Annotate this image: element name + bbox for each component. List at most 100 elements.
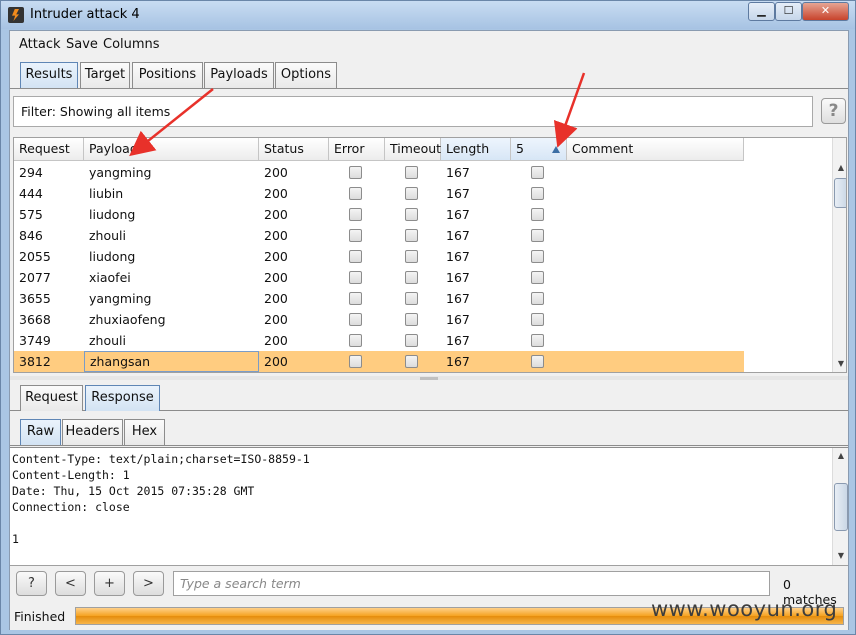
cell-payload: yangming xyxy=(89,165,152,180)
tab-response[interactable]: Response xyxy=(85,385,160,411)
cell-request: 294 xyxy=(19,165,43,180)
grep-5-checkbox xyxy=(531,187,544,200)
error-checkbox xyxy=(349,166,362,179)
grep-5-checkbox xyxy=(531,271,544,284)
response-scrollbar[interactable]: ▲ ▼ xyxy=(832,448,848,565)
table-row[interactable]: 294 yangming 200 167 xyxy=(14,162,744,183)
next-match-button[interactable]: > xyxy=(133,571,164,596)
table-row[interactable]: 3812 zhangsan 200 167 xyxy=(14,351,744,372)
menu-save[interactable]: Save xyxy=(66,37,98,52)
cell-length: 167 xyxy=(446,249,470,264)
menu-bar: Attack Save Columns xyxy=(10,31,848,57)
table-row[interactable]: 3749 zhouli 200 167 xyxy=(14,330,744,351)
scroll-down-icon[interactable]: ▼ xyxy=(834,548,848,564)
results-scrollbar[interactable]: ▲ ▼ xyxy=(832,138,846,372)
timeout-checkbox xyxy=(405,271,418,284)
error-checkbox xyxy=(349,229,362,242)
close-button[interactable]: ✕ xyxy=(802,2,849,21)
tab-hex[interactable]: Hex xyxy=(124,419,165,445)
error-checkbox xyxy=(349,334,362,347)
column-header-comment[interactable]: Comment xyxy=(567,138,744,161)
column-header-payload[interactable]: Payload xyxy=(84,138,259,161)
cell-length: 167 xyxy=(446,354,470,369)
scrollbar-thumb[interactable] xyxy=(834,483,848,531)
tab-options[interactable]: Options xyxy=(275,62,337,88)
column-header-timeout[interactable]: Timeout xyxy=(385,138,441,161)
cell-payload: zhuxiaofeng xyxy=(89,312,166,327)
cell-status: 200 xyxy=(264,186,288,201)
cell-request: 846 xyxy=(19,228,43,243)
cell-request: 3749 xyxy=(19,333,51,348)
column-header-5[interactable]: 5 xyxy=(511,138,567,161)
maximize-button[interactable]: ☐ xyxy=(775,2,802,21)
column-header-5-label: 5 xyxy=(516,141,524,156)
cell-payload: yangming xyxy=(89,291,152,306)
column-header-error[interactable]: Error xyxy=(329,138,385,161)
column-header-length[interactable]: Length xyxy=(441,138,511,161)
cell-length: 167 xyxy=(446,207,470,222)
cell-status: 200 xyxy=(264,270,288,285)
cell-status: 200 xyxy=(264,291,288,306)
timeout-checkbox xyxy=(405,292,418,305)
tab-positions[interactable]: Positions xyxy=(132,62,203,88)
column-header-request[interactable]: Request xyxy=(14,138,84,161)
menu-columns[interactable]: Columns xyxy=(103,37,160,52)
cell-payload: liubin xyxy=(89,186,124,201)
table-row[interactable]: 846 zhouli 200 167 xyxy=(14,225,744,246)
response-line: Date: Thu, 15 Oct 2015 07:35:28 GMT xyxy=(12,484,255,498)
table-row[interactable]: 3668 zhuxiaofeng 200 167 xyxy=(14,309,744,330)
scroll-up-icon[interactable]: ▲ xyxy=(834,448,848,464)
scroll-down-icon[interactable]: ▼ xyxy=(834,356,846,372)
search-input[interactable] xyxy=(173,571,770,596)
table-row[interactable]: 444 liubin 200 167 xyxy=(14,183,744,204)
add-search-button[interactable]: + xyxy=(94,571,125,596)
view-tab-divider xyxy=(10,445,848,446)
table-row[interactable]: 575 liudong 200 167 xyxy=(14,204,744,225)
tab-headers[interactable]: Headers xyxy=(62,419,123,445)
grep-5-checkbox xyxy=(531,250,544,263)
table-row[interactable]: 3655 yangming 200 167 xyxy=(14,288,744,309)
cell-length: 167 xyxy=(446,291,470,306)
tab-request[interactable]: Request xyxy=(20,385,83,411)
timeout-checkbox xyxy=(405,334,418,347)
tab-raw[interactable]: Raw xyxy=(20,419,61,445)
scrollbar-thumb[interactable] xyxy=(834,178,846,208)
splitter-grip[interactable] xyxy=(420,377,438,380)
cell-request: 3812 xyxy=(19,354,51,369)
cell-payload: xiaofei xyxy=(89,270,131,285)
filter-text: Filter: Showing all items xyxy=(21,104,171,119)
results-table: Request Payload Status Error Timeout Len… xyxy=(13,137,847,373)
cell-request: 575 xyxy=(19,207,43,222)
filter-help-button[interactable]: ? xyxy=(821,98,846,124)
timeout-checkbox xyxy=(405,229,418,242)
timeout-checkbox xyxy=(405,355,418,368)
status-text: Finished xyxy=(14,609,66,624)
tab-results[interactable]: Results xyxy=(20,62,78,88)
cell-payload: zhouli xyxy=(89,333,126,348)
tab-target[interactable]: Target xyxy=(80,62,130,88)
response-editor[interactable]: Content-Type: text/plain;charset=ISO-885… xyxy=(10,447,848,566)
menu-attack[interactable]: Attack xyxy=(19,37,61,52)
cell-status: 200 xyxy=(264,333,288,348)
tab-payloads[interactable]: Payloads xyxy=(204,62,274,88)
scroll-up-icon[interactable]: ▲ xyxy=(834,160,846,176)
timeout-checkbox xyxy=(405,313,418,326)
column-header-status[interactable]: Status xyxy=(259,138,329,161)
search-help-button[interactable]: ? xyxy=(16,571,47,596)
cell-payload: zhouli xyxy=(89,228,126,243)
error-checkbox xyxy=(349,187,362,200)
cell-request: 3668 xyxy=(19,312,51,327)
previous-match-button[interactable]: < xyxy=(55,571,86,596)
cell-length: 167 xyxy=(446,228,470,243)
filter-bar[interactable]: Filter: Showing all items xyxy=(13,96,813,127)
cell-request: 2055 xyxy=(19,249,51,264)
error-checkbox xyxy=(349,208,362,221)
sort-ascending-icon xyxy=(552,146,560,153)
table-row[interactable]: 2055 liudong 200 167 xyxy=(14,246,744,267)
table-row[interactable]: 2077 xiaofei 200 167 xyxy=(14,267,744,288)
cell-request: 2077 xyxy=(19,270,51,285)
minimize-button[interactable]: ▁ xyxy=(748,2,775,21)
timeout-checkbox xyxy=(405,208,418,221)
response-line: 1 xyxy=(12,532,19,546)
cell-status: 200 xyxy=(264,312,288,327)
